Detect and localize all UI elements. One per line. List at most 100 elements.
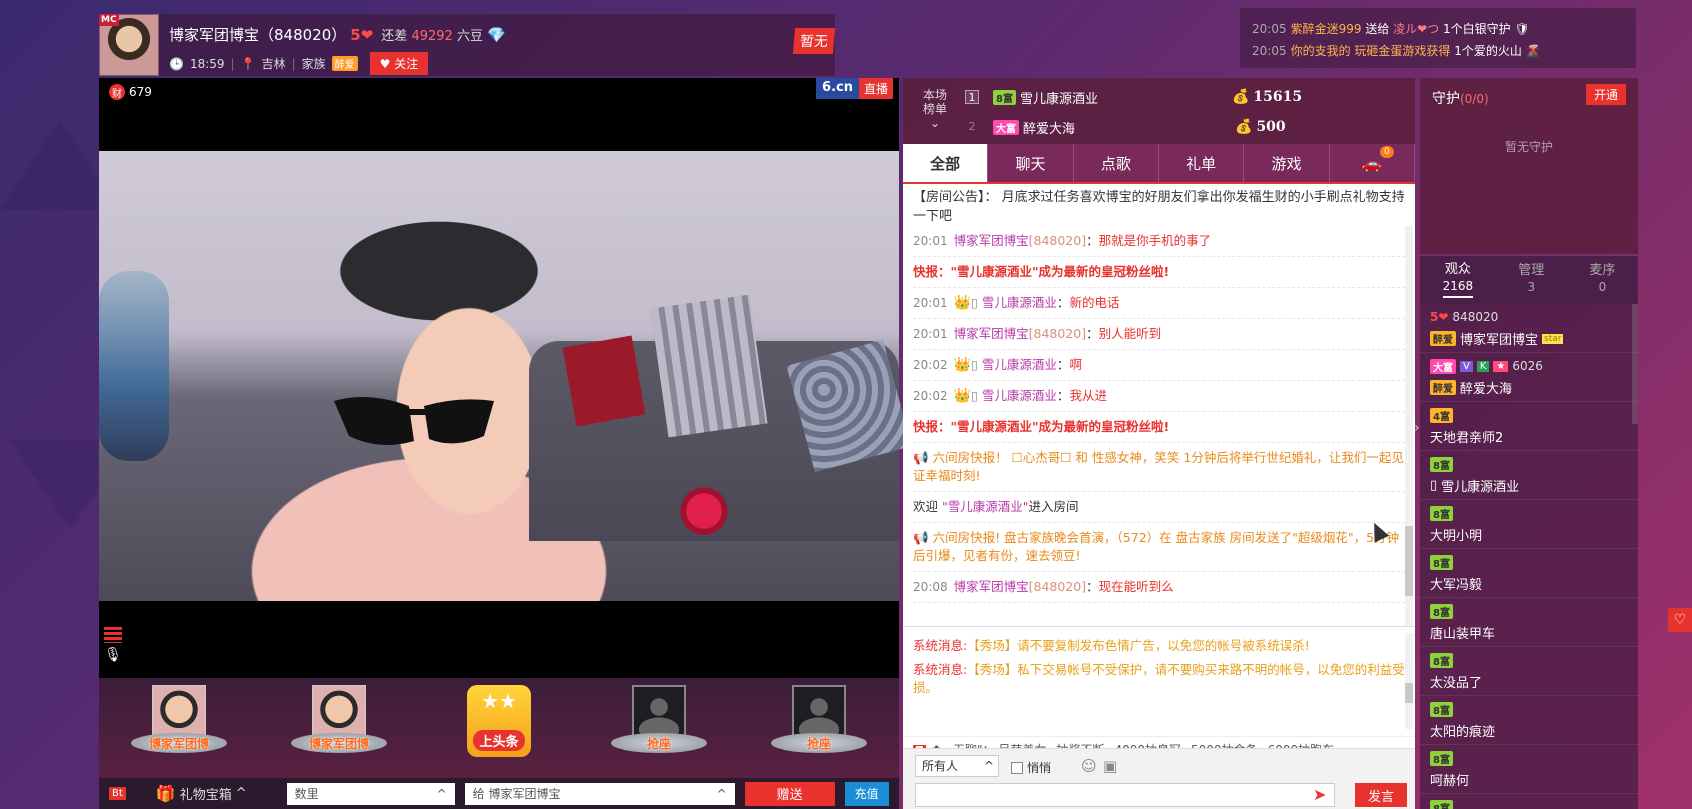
chevron-right-icon[interactable]: › xyxy=(1414,420,1420,436)
phone-icon: ▯ xyxy=(971,357,978,372)
speak-button[interactable]: 发言 xyxy=(1355,783,1407,807)
k-badge: K xyxy=(1476,360,1490,372)
megaphone-icon: 📢 xyxy=(913,450,929,465)
emoji-icon[interactable]: ☺ xyxy=(1081,757,1097,775)
chat-input[interactable] xyxy=(915,783,1335,807)
system-message: 系统消息:【秀场】私下交易帐号不受保护，请不要购买来路不明的帐号，以免您的利益受… xyxy=(913,662,1405,695)
guard-title: 守护(0/0) xyxy=(1432,91,1489,107)
headline-button[interactable]: ★★ 上头条 xyxy=(449,685,549,771)
quantity-input[interactable]: 数里 ^ xyxy=(286,782,455,805)
headline-badge: ★★ 上头条 xyxy=(467,685,531,757)
system-message: 系统消息:【秀场】请不要复制发布色情广告，以免您的帐号被系统误杀! xyxy=(913,638,1310,653)
list-item[interactable]: 8富 唐山装甲车 xyxy=(1420,598,1638,647)
send-gift-button[interactable]: 赠送 xyxy=(744,781,835,806)
brand-logo: 6.cn 直播 xyxy=(816,78,893,99)
tab-gifts[interactable]: 礼单 xyxy=(1158,144,1245,182)
rank-row[interactable]: 1 8富 雪儿康源酒业 💰 15615 xyxy=(965,82,1405,112)
host-meta: 🕒 18:59 | 📍 吉林 | 家族 醉爱 ♥ 关注 xyxy=(169,52,429,75)
gift-broadcast: 20:05 紫醉金迷999 送给 凌ル❤つ 1个白银守护 🛡 20:05 你的支我的… xyxy=(1240,8,1636,68)
seat-user[interactable]: 博家军团博 xyxy=(129,685,229,771)
vip-badge: 8富 xyxy=(993,89,1016,105)
send-icon[interactable]: ➤ xyxy=(1313,785,1326,804)
image-icon[interactable]: ▣ xyxy=(1103,757,1117,775)
grab-seat-label: 抢座 xyxy=(806,736,831,751)
video-stream[interactable] xyxy=(99,151,912,601)
whisper-toggle[interactable]: 悄悄 xyxy=(1011,759,1051,776)
list-item[interactable]: 8富 大军冯毅 xyxy=(1420,549,1638,598)
flag-badge[interactable]: 暂无 xyxy=(792,28,836,54)
recharge-button[interactable]: 充值 xyxy=(844,781,889,806)
seat-user[interactable]: 博家军团博 xyxy=(289,685,389,771)
gift-box-button[interactable]: 🎁 礼物宝箱 ^ xyxy=(156,784,247,803)
phone-icon: ▯ xyxy=(971,388,978,403)
chevron-up-icon: ^ xyxy=(716,786,727,801)
rank-number: 1 xyxy=(965,90,979,104)
tab-chat[interactable]: 聊天 xyxy=(988,144,1074,182)
gift-recipient-input[interactable]: 给 博家军团博宝 ^ xyxy=(464,782,735,805)
live-time: 18:59 xyxy=(189,56,225,71)
scrollbar-thumb[interactable] xyxy=(1405,683,1413,703)
tab-audience[interactable]: 观众 2168 xyxy=(1442,262,1474,298)
v-badge: V xyxy=(1460,360,1473,372)
coin-icon: 💰 xyxy=(1235,119,1253,135)
seat-avatar xyxy=(152,685,206,739)
list-item[interactable]: 8富 太阳的痕迹 xyxy=(1420,696,1638,745)
whisper-checkbox[interactable] xyxy=(1011,761,1023,774)
tab-song[interactable]: 点歌 xyxy=(1073,144,1159,182)
room-notice: 【房间公告】： 月底求过任务喜欢博宝的好朋友们拿出你发福生财的小手刷点礼物支持一… xyxy=(913,190,1405,224)
list-item[interactable]: 8富 太没品了 xyxy=(1420,647,1638,696)
message-list: 20:01 博家军团博宝[848020]：那就是你手机的事了 快报："雪儿康源酒业… xyxy=(903,226,1415,626)
system-scrollbar[interactable] xyxy=(1405,633,1413,729)
host-info-bar: MC 博家军团博宝（848020） 5❤ 还差 49292 六豆 💎 🕒 18:59 … xyxy=(99,14,836,76)
seat-label: 博家军团博 xyxy=(148,736,209,751)
list-item[interactable]: 大富 V K ★ 6026 醉爱 醉爱大海 xyxy=(1420,353,1638,402)
diamond-icon: 💎 xyxy=(486,26,506,44)
video-player[interactable]: 财 679 6.cn 直播 🎙 xyxy=(99,78,912,678)
fast-news: 快报："雪儿康源酒业"成为最新的皇冠粉丝啦! xyxy=(913,257,1405,288)
recipient-select[interactable]: 所有人 ^ xyxy=(915,755,999,777)
chat-message: 20:02 👑▯ 雪儿康源酒业：啊 xyxy=(913,350,1405,381)
seat-empty[interactable]: 抢座 xyxy=(769,685,869,771)
host-level: 5❤ xyxy=(350,26,374,44)
welcome-message: 欢迎 "雪儿康源酒业"进入房间 xyxy=(913,492,1405,523)
list-item[interactable]: 5❤ 848020 醉爱 博家军团博宝 star xyxy=(1420,304,1638,353)
mc-badge: MC xyxy=(99,14,119,26)
volume-icon[interactable] xyxy=(104,627,122,643)
family-tag[interactable]: 醉爱 xyxy=(331,56,358,71)
list-item[interactable]: 8富 ▯ 雪儿康源酒业 xyxy=(1420,451,1638,500)
list-item[interactable]: 4富 天地君亲师2 xyxy=(1420,402,1638,451)
chat-message: 20:08 博家军团博宝[848020]：现在能听到么 xyxy=(913,572,1405,603)
vip-badge: 大富 xyxy=(993,119,1019,135)
tab-admins[interactable]: 管理 3 xyxy=(1518,263,1544,297)
crown-icon: 👑 xyxy=(953,357,972,373)
chat-message: 20:01 👑▯ 雪儿康源酒业：新的电话 xyxy=(913,288,1405,319)
chat-scrollbar[interactable] xyxy=(1405,226,1413,626)
seat-strip: 博家军团博 博家军团博 ★★ 上头条 抢座 抢座 xyxy=(99,678,899,778)
follow-button[interactable]: ♥ 关注 xyxy=(369,52,429,75)
tab-games[interactable]: 游戏 xyxy=(1244,144,1330,182)
list-item[interactable]: 8富 xyxy=(1420,794,1638,809)
gift-bar-icon[interactable]: Bt xyxy=(109,787,126,800)
broadcast-row: 20:05 你的支我的 玩砸金蛋游戏获得 1个爱的火山 🌋 xyxy=(1252,44,1541,58)
mic-icon[interactable]: 🎙 xyxy=(104,647,122,667)
tab-car[interactable]: 🚗 0 xyxy=(1329,144,1415,182)
scrollbar-thumb[interactable] xyxy=(1405,526,1413,596)
car-icon: 🚗 0 xyxy=(1362,146,1394,173)
rank-row[interactable]: 2 大富 醉爱大海 💰 500 xyxy=(965,112,1405,142)
heart-icon: ♥ xyxy=(379,57,391,71)
tab-all[interactable]: 全部 xyxy=(903,144,989,182)
shield-icon: 🛡 xyxy=(1514,22,1530,36)
family-label: 家族 xyxy=(301,57,326,71)
gift-icon: 🎁 xyxy=(155,784,176,803)
audience-scrollbar[interactable] xyxy=(1632,304,1638,424)
crown-icon: 👑 xyxy=(953,388,972,404)
open-guard-button[interactable]: 开通 xyxy=(1585,84,1626,105)
ranking-toggle[interactable]: 本场榜单 ⌄ xyxy=(919,88,951,130)
favorite-float-icon[interactable]: ♡ xyxy=(1668,608,1692,632)
tab-mic-queue[interactable]: 麦序 0 xyxy=(1589,263,1615,297)
list-item[interactable]: 8富 呵赫何 xyxy=(1420,745,1638,794)
seat-empty[interactable]: 抢座 xyxy=(609,685,709,771)
list-item[interactable]: 8富 大明小明 xyxy=(1420,500,1638,549)
chat-message: 20:01 博家军团博宝[848020]：别人能听到 xyxy=(913,319,1405,350)
chevron-up-icon: ^ xyxy=(983,759,994,773)
